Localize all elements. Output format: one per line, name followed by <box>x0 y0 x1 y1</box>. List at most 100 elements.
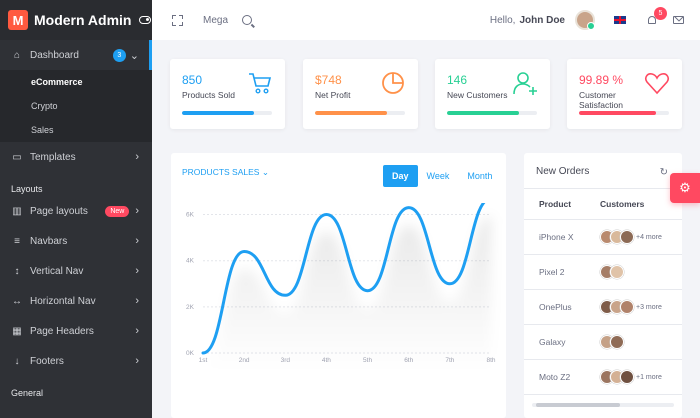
avatar[interactable] <box>575 10 595 30</box>
tab-week[interactable]: Week <box>418 165 459 187</box>
progress-bar <box>182 111 272 115</box>
progress-fill <box>182 111 254 115</box>
sidebar-item-dashboard[interactable]: ⌂ Dashboard 3 ⌄ <box>0 40 152 70</box>
brand-name[interactable]: Modern Admin <box>34 12 131 28</box>
chart-title: PRODUCTS SALES <box>182 167 260 177</box>
progress-fill <box>579 111 656 115</box>
settings-gear-button[interactable]: ⚙ <box>670 173 700 203</box>
sidebar-subitem-ecommerce[interactable]: eCommerce <box>0 70 152 94</box>
brand-logo[interactable]: M <box>8 10 28 30</box>
fullscreen-icon[interactable] <box>172 14 183 26</box>
progress-bar <box>315 111 405 115</box>
sidebar-item-label: Page layouts <box>30 205 88 217</box>
sidebar-item-page-headers[interactable]: ▦ Page Headers › <box>0 316 152 346</box>
avatar[interactable] <box>620 300 634 314</box>
horizontal-scrollbar[interactable] <box>524 402 682 408</box>
order-product-name: Moto Z2 <box>539 372 571 382</box>
table-row[interactable]: Pixel 2 <box>524 255 682 290</box>
x-tick-label: 3rd <box>281 357 291 364</box>
avatar[interactable] <box>610 335 624 349</box>
customer-avatars <box>600 265 624 279</box>
avatar[interactable] <box>620 230 634 244</box>
x-tick-label: 1st <box>199 357 208 364</box>
table-row[interactable]: Galaxy <box>524 325 682 360</box>
stat-label: Products Sold <box>182 90 235 100</box>
pie-chart-icon <box>382 72 404 94</box>
customer-avatars: +3 more <box>600 300 662 314</box>
progress-bar <box>447 111 537 115</box>
stat-value: 99.89 % <box>579 73 624 87</box>
bell-icon[interactable]: 5 <box>647 6 667 26</box>
progress-fill <box>315 111 387 115</box>
search-icon[interactable] <box>242 15 253 25</box>
stat-value: 850 <box>182 73 203 87</box>
x-tick-label: 8th <box>486 357 495 364</box>
uk-flag-icon[interactable] <box>614 16 626 24</box>
stat-card-net-profit: $748 Net Profit <box>303 59 418 129</box>
y-tick-label: 0K <box>186 350 195 357</box>
x-tick-label: 6th <box>404 357 413 364</box>
sidebar-item-vertical-nav[interactable]: ↕ Vertical Nav › <box>0 256 152 286</box>
chart-title-dropdown[interactable]: PRODUCTS SALES ⌄ <box>182 167 269 178</box>
user-name[interactable]: John Doe <box>519 15 565 26</box>
chevron-right-icon: › <box>135 325 139 337</box>
grid-icon: ▦ <box>12 325 22 337</box>
sidebar-item-label: Horizontal Nav <box>30 295 96 307</box>
more-customers-count: +1 more <box>636 373 662 381</box>
y-tick-label: 4K <box>186 258 195 265</box>
progress-fill <box>447 111 519 115</box>
brand: M Modern Admin <box>0 0 152 40</box>
monitor-icon: ▭ <box>12 151 22 163</box>
x-tick-label: 5th <box>363 357 372 364</box>
avatar[interactable] <box>620 370 634 384</box>
chevron-right-icon: › <box>135 355 139 367</box>
stat-label: Net Profit <box>315 90 351 100</box>
active-indicator <box>149 40 152 70</box>
stat-value: $748 <box>315 73 342 87</box>
mail-icon[interactable] <box>673 16 684 24</box>
order-product-name: iPhone X <box>539 232 574 242</box>
chevron-down-icon: ⌄ <box>129 49 139 62</box>
table-row[interactable]: OnePlus +3 more <box>524 290 682 325</box>
y-axis: 0K 2K 4K 6K <box>186 212 195 357</box>
sidebar-item-label: Footers <box>30 355 64 367</box>
sidebar-subitem-sales[interactable]: Sales <box>0 118 152 142</box>
products-sales-chart: 0K 2K 4K 6K 1st 2nd 3rd 4th 5th 6th 7th 8th <box>186 203 496 371</box>
series-shadow <box>203 216 491 371</box>
sidebar-item-label: Templates <box>30 151 76 163</box>
progress-bar <box>579 111 669 115</box>
sidebar-subitem-crypto[interactable]: Crypto <box>0 94 152 118</box>
stat-label: Customer Satisfaction <box>579 90 623 110</box>
customer-avatars: +4 more <box>600 230 662 244</box>
sidebar-item-label: Vertical Nav <box>30 265 84 277</box>
refresh-icon[interactable]: ↻ <box>660 167 668 178</box>
mega-menu-link[interactable]: Mega <box>203 15 228 26</box>
chart-shadow <box>203 216 491 371</box>
sidebar-item-page-layouts[interactable]: ▥ Page layouts New › <box>0 196 152 226</box>
column-header-product: Product <box>539 199 572 209</box>
table-row[interactable]: Moto Z2 +1 more <box>524 360 682 395</box>
customer-avatars: +1 more <box>600 370 662 384</box>
dashboard-count-badge: 3 <box>112 48 126 62</box>
sidebar-item-templates[interactable]: ▭ Templates › <box>0 142 152 172</box>
columns-icon: ▥ <box>12 205 22 217</box>
tab-month[interactable]: Month <box>458 165 501 187</box>
table-row[interactable]: iPhone X +4 more <box>524 220 682 255</box>
sidebar-item-label: Dashboard <box>30 49 79 61</box>
gear-icon: ⚙ <box>679 180 691 195</box>
chevron-right-icon: › <box>135 295 139 307</box>
avatar[interactable] <box>610 265 624 279</box>
chart-period-tabs: Day Week Month <box>383 165 501 187</box>
sidebar-item-footers[interactable]: ↓ Footers › <box>0 346 152 376</box>
x-tick-label: 7th <box>445 357 454 364</box>
tab-day[interactable]: Day <box>383 165 418 187</box>
sidebar-toggle-icon[interactable] <box>139 16 152 24</box>
shopping-cart-icon <box>249 73 272 94</box>
more-customers-count: +3 more <box>636 303 662 311</box>
stat-label: New Customers <box>447 90 508 100</box>
x-tick-label: 4th <box>322 357 331 364</box>
user-plus-icon <box>513 72 537 95</box>
stat-value: 146 <box>447 73 468 87</box>
sidebar-item-navbars[interactable]: ≡ Navbars › <box>0 226 152 256</box>
sidebar-item-horizontal-nav[interactable]: ↔ Horizontal Nav › <box>0 286 152 316</box>
